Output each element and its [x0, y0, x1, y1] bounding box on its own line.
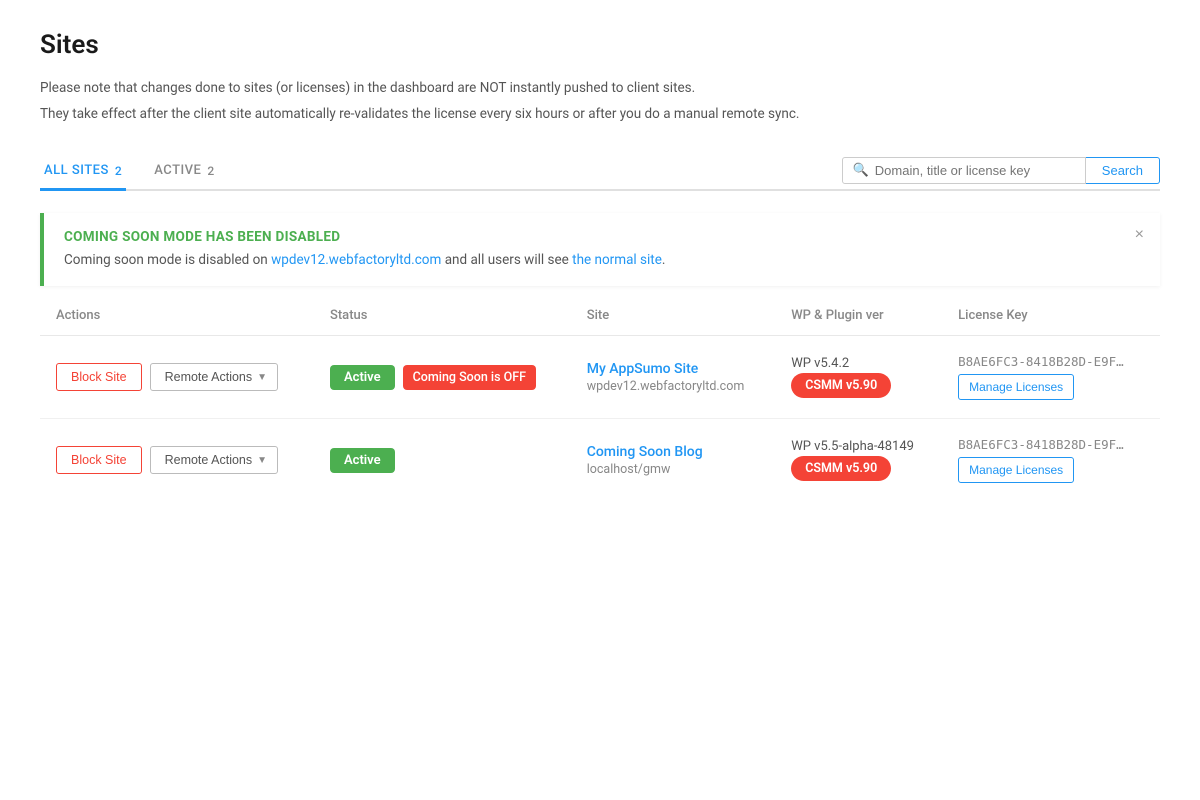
status-badges-1: Active Coming Soon is OFF [330, 365, 555, 390]
search-icon: 🔍 [853, 163, 869, 178]
tab-active-count: 2 [207, 164, 214, 178]
status-cell-2: Active [314, 419, 571, 502]
notice-text-2: They take effect after the client site a… [40, 104, 1160, 126]
tab-active-label: ACTIVE [154, 163, 201, 178]
license-key-text-2: B8AE6FC3-8418B28D-E9F1D0 [958, 437, 1128, 452]
block-site-button-2[interactable]: Block Site [56, 446, 142, 474]
page-title: Sites [40, 30, 1160, 60]
search-input[interactable] [875, 163, 1075, 178]
tab-all-sites-count: 2 [115, 164, 122, 178]
license-cell-2: B8AE6FC3-8418B28D-E9F1D0 Manage Licenses [942, 419, 1160, 502]
site-cell-2: Coming Soon Blog localhost/gmw [571, 419, 775, 502]
site-url-1: wpdev12.webfactoryltd.com [587, 379, 759, 394]
wp-version-2: WP v5.5-alpha-48149 [791, 439, 926, 454]
col-license-key: License Key [942, 296, 1160, 336]
banner-close-button[interactable]: × [1135, 227, 1144, 243]
table-row: Block Site Remote Actions ▼ Active Comin… [40, 419, 1160, 502]
caret-icon-1: ▼ [257, 372, 267, 383]
manage-licenses-button-2[interactable]: Manage Licenses [958, 457, 1074, 483]
license-key-text-1: B8AE6FC3-8418B28D-E9F1D0 [958, 354, 1128, 369]
notice-text-1: Please note that changes done to sites (… [40, 78, 1160, 100]
banner-body-middle: and all users will see [441, 252, 572, 268]
coming-soon-badge-1: Coming Soon is OFF [403, 365, 536, 390]
manage-licenses-button-1[interactable]: Manage Licenses [958, 374, 1074, 400]
wp-ver-cell-2: WP v5.5-alpha-48149 CSMM v5.90 [775, 419, 942, 502]
site-url-2: localhost/gmw [587, 462, 759, 477]
active-badge-1: Active [330, 365, 395, 390]
table-header: Actions Status Site WP & Plugin ver Lice… [40, 296, 1160, 336]
banner-title: COMING SOON MODE HAS BEEN DISABLED [64, 229, 1140, 245]
block-site-button-1[interactable]: Block Site [56, 363, 142, 391]
table-body: Block Site Remote Actions ▼ Active Comin… [40, 336, 1160, 502]
actions-buttons-1: Block Site Remote Actions ▼ [56, 363, 298, 391]
col-actions: Actions [40, 296, 314, 336]
banner-body-start: Coming soon mode is disabled on [64, 252, 271, 268]
actions-buttons-2: Block Site Remote Actions ▼ [56, 446, 298, 474]
banner-body-end: . [662, 252, 666, 268]
banner-body: Coming soon mode is disabled on wpdev12.… [64, 250, 1140, 270]
tab-active[interactable]: ACTIVE 2 [150, 153, 219, 191]
col-status: Status [314, 296, 571, 336]
csmm-badge-2: CSMM v5.90 [791, 456, 891, 481]
actions-cell-2: Block Site Remote Actions ▼ [40, 419, 314, 502]
banner-domain-link[interactable]: wpdev12.webfactoryltd.com [271, 252, 441, 268]
col-site: Site [571, 296, 775, 336]
csmm-badge-1: CSMM v5.90 [791, 373, 891, 398]
status-badges-2: Active [330, 448, 555, 473]
site-name-link-1[interactable]: My AppSumo Site [587, 361, 759, 377]
tab-all-sites[interactable]: ALL SITES 2 [40, 153, 126, 191]
remote-actions-label-2: Remote Actions [165, 453, 253, 467]
search-area: 🔍 Search [842, 157, 1160, 184]
remote-actions-label-1: Remote Actions [165, 370, 253, 384]
wp-version-1: WP v5.4.2 [791, 356, 926, 371]
status-cell-1: Active Coming Soon is OFF [314, 336, 571, 419]
wp-ver-cell-1: WP v5.4.2 CSMM v5.90 [775, 336, 942, 419]
tab-all-sites-label: ALL SITES [44, 163, 109, 178]
search-button[interactable]: Search [1086, 157, 1160, 184]
caret-icon-2: ▼ [257, 455, 267, 466]
actions-cell-1: Block Site Remote Actions ▼ [40, 336, 314, 419]
tabs-row: ALL SITES 2 ACTIVE 2 🔍 Search [40, 153, 1160, 191]
site-cell-1: My AppSumo Site wpdev12.webfactoryltd.co… [571, 336, 775, 419]
col-wp-plugin-ver: WP & Plugin ver [775, 296, 942, 336]
sites-table: Actions Status Site WP & Plugin ver Lice… [40, 296, 1160, 501]
license-cell-1: B8AE6FC3-8418B28D-E9F1D0 Manage Licenses [942, 336, 1160, 419]
table-header-row: Actions Status Site WP & Plugin ver Lice… [40, 296, 1160, 336]
notification-banner: COMING SOON MODE HAS BEEN DISABLED Comin… [40, 213, 1160, 286]
page-wrapper: Sites Please note that changes done to s… [0, 0, 1200, 800]
table-row: Block Site Remote Actions ▼ Active Comin… [40, 336, 1160, 419]
site-name-link-2[interactable]: Coming Soon Blog [587, 444, 759, 460]
banner-normal-site-link[interactable]: the normal site [572, 252, 662, 268]
search-input-wrap: 🔍 [842, 157, 1086, 184]
remote-actions-button-2[interactable]: Remote Actions ▼ [150, 446, 278, 474]
active-badge-2: Active [330, 448, 395, 473]
remote-actions-button-1[interactable]: Remote Actions ▼ [150, 363, 278, 391]
